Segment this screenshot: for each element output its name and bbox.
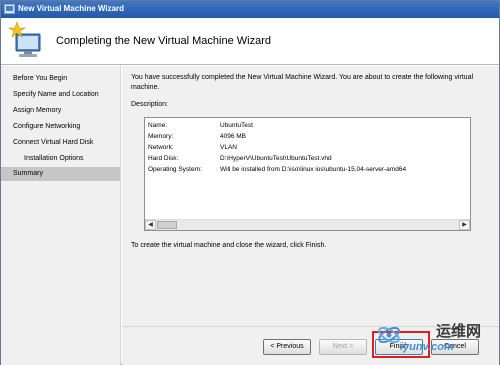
description-key: Memory:: [148, 133, 174, 140]
intro-text: You have successfully completed the New …: [131, 74, 474, 91]
nav-item-configure-networking[interactable]: Configure Networking: [1, 120, 120, 134]
nav-item-assign-memory[interactable]: Assign Memory: [1, 104, 120, 118]
horizontal-scrollbar[interactable]: ◀ ▶: [145, 219, 470, 230]
button-bar: < Previous Next > Finish Cancel: [122, 326, 499, 365]
description-value: Will be installed from D:\iso\linux ios\…: [220, 166, 407, 173]
scroll-thumb[interactable]: [157, 221, 177, 229]
next-button[interactable]: Next >: [319, 339, 367, 355]
wizard-icon: [4, 4, 15, 14]
nav-item-installation-options[interactable]: Installation Options: [1, 152, 120, 166]
previous-button[interactable]: < Previous: [263, 339, 311, 355]
window-title: New Virtual Machine Wizard: [18, 4, 125, 13]
computer-star-icon: [7, 21, 41, 57]
description-value: D:\HyperV\UbuntuTest\UbuntuTest.vhd: [220, 155, 332, 162]
nav-item-connect-vhd[interactable]: Connect Virtual Hard Disk: [1, 136, 120, 150]
wizard-window: New Virtual Machine Wizard Completing th…: [0, 0, 500, 365]
finish-instructions: To create the virtual machine and close …: [131, 242, 327, 249]
description-box[interactable]: Name: UbuntuTest Memory: 4096 MB Network…: [144, 117, 471, 231]
description-key: Hard Disk:: [148, 155, 179, 162]
description-value: 4096 MB: [220, 133, 247, 140]
description-key: Name:: [148, 122, 168, 129]
description-key: Network:: [148, 144, 174, 151]
nav-item-name-location[interactable]: Specify Name and Location: [1, 88, 120, 102]
scroll-right-icon[interactable]: ▶: [459, 220, 470, 230]
description-key: Operating System:: [148, 166, 202, 173]
wizard-steps-nav: Before You Begin Specify Name and Locati…: [1, 66, 121, 365]
wizard-header: Completing the New Virtual Machine Wizar…: [1, 18, 499, 65]
scroll-left-icon[interactable]: ◀: [145, 220, 156, 230]
cancel-button[interactable]: Cancel: [431, 339, 479, 355]
finish-highlight-box: [372, 331, 430, 358]
description-label: Description:: [131, 101, 168, 108]
nav-item-summary[interactable]: Summary: [1, 167, 120, 181]
page-title: Completing the New Virtual Machine Wizar…: [56, 35, 271, 47]
title-bar[interactable]: New Virtual Machine Wizard: [1, 1, 499, 18]
description-value: UbuntuTest: [220, 122, 253, 129]
description-value: VLAN: [220, 144, 237, 151]
summary-panel: You have successfully completed the New …: [122, 66, 499, 326]
nav-item-before-you-begin[interactable]: Before You Begin: [1, 72, 120, 86]
